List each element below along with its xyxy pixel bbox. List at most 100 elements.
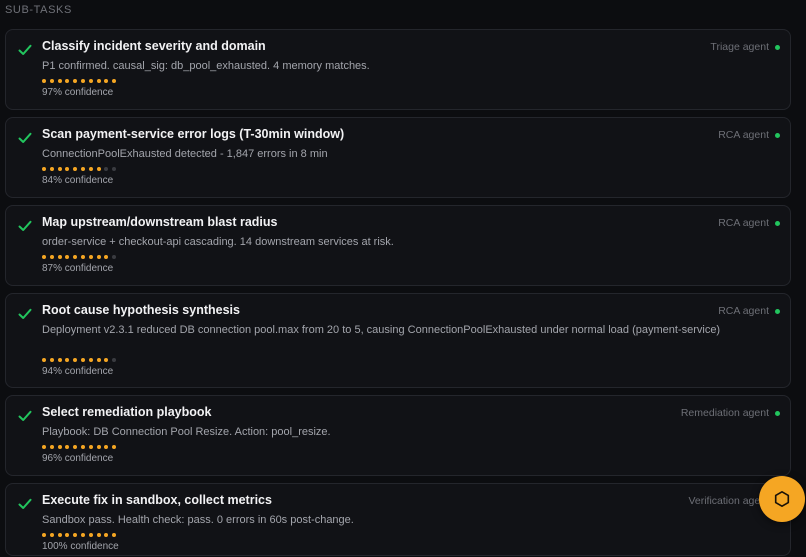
task-title: Execute fix in sandbox, collect metrics <box>42 493 272 507</box>
agent-status-dot <box>775 410 780 416</box>
confidence-dot <box>73 358 78 362</box>
check-icon <box>18 410 32 421</box>
confidence-dot <box>42 79 46 83</box>
confidence-dot <box>80 533 85 537</box>
confidence-dot <box>65 533 70 537</box>
task-title: Root cause hypothesis synthesis <box>42 303 240 317</box>
confidence-label: 94% confidence <box>42 366 114 377</box>
agent-status-dot <box>775 308 780 314</box>
confidence-dot <box>104 167 109 171</box>
confidence-dot <box>42 255 46 259</box>
task-title: Select remediation playbook <box>42 405 212 419</box>
confidence-dot <box>65 79 70 83</box>
agent-status-dot <box>775 44 780 50</box>
agent-status-dot <box>775 132 780 138</box>
agent-status-dot <box>775 220 780 226</box>
task-detail: Deployment v2.3.1 reduced DB connection … <box>42 324 721 336</box>
agent-label: RCA agent <box>718 129 780 141</box>
task-detail: order-service + checkout-api cascading. … <box>42 236 394 248</box>
confidence-dot <box>96 79 101 83</box>
task-card[interactable]: Execute fix in sandbox, collect metrics … <box>5 483 791 556</box>
confidence-dot <box>80 79 85 83</box>
agent-name: RCA agent <box>718 217 769 229</box>
confidence-dot <box>73 445 78 449</box>
confidence-dot <box>112 167 117 171</box>
confidence-meter <box>42 358 117 362</box>
confidence-meter <box>42 255 117 259</box>
confidence-dot <box>112 533 117 537</box>
confidence-label: 87% confidence <box>42 263 114 274</box>
confidence-meter <box>42 533 117 537</box>
confidence-label: 97% confidence <box>42 87 114 98</box>
confidence-dot <box>49 358 54 362</box>
confidence-dot <box>104 358 109 362</box>
confidence-label: 100% confidence <box>42 541 119 552</box>
confidence-dot <box>57 167 62 171</box>
confidence-dot <box>65 445 70 449</box>
confidence-dot <box>112 445 117 449</box>
agent-name: Triage agent <box>710 41 769 53</box>
task-card[interactable]: Root cause hypothesis synthesis RCA agen… <box>5 293 791 388</box>
check-icon <box>18 44 32 55</box>
confidence-dot <box>73 167 78 171</box>
agent-name: Verification agent <box>688 495 769 507</box>
confidence-dot <box>57 533 62 537</box>
check-icon <box>18 498 32 509</box>
confidence-dot <box>49 79 54 83</box>
confidence-dot <box>65 358 70 362</box>
confidence-label: 84% confidence <box>42 175 114 186</box>
confidence-dot <box>88 167 93 171</box>
confidence-meter <box>42 167 117 171</box>
confidence-dot <box>42 358 46 362</box>
confidence-dot <box>112 358 117 362</box>
confidence-dot <box>80 358 85 362</box>
confidence-dot <box>80 167 85 171</box>
confidence-dot <box>57 255 62 259</box>
confidence-dot <box>112 79 117 83</box>
confidence-dot <box>57 445 62 449</box>
confidence-dot <box>73 533 78 537</box>
task-card[interactable]: Select remediation playbook Remediation … <box>5 395 791 476</box>
confidence-dot <box>42 167 46 171</box>
task-detail: Playbook: DB Connection Pool Resize. Act… <box>42 426 331 438</box>
task-detail: Sandbox pass. Health check: pass. 0 erro… <box>42 514 354 526</box>
task-title: Map upstream/downstream blast radius <box>42 215 278 229</box>
confidence-dot <box>104 445 109 449</box>
confidence-dot <box>57 79 62 83</box>
confidence-dot <box>96 533 101 537</box>
confidence-dot <box>112 255 117 259</box>
floating-action-button[interactable] <box>759 476 805 522</box>
check-icon <box>18 308 32 319</box>
confidence-dot <box>49 445 54 449</box>
confidence-dot <box>49 533 54 537</box>
confidence-dot <box>88 358 93 362</box>
check-icon <box>18 220 32 231</box>
agent-name: Remediation agent <box>680 407 769 419</box>
confidence-dot <box>88 255 93 259</box>
confidence-dot <box>96 255 101 259</box>
confidence-dot <box>73 255 78 259</box>
confidence-meter <box>42 79 117 83</box>
confidence-dot <box>42 445 46 449</box>
agent-label: RCA agent <box>718 217 780 229</box>
task-card[interactable]: Scan payment-service error logs (T-30min… <box>5 117 791 198</box>
confidence-dot <box>73 79 78 83</box>
check-icon <box>18 132 32 143</box>
confidence-dot <box>96 358 101 362</box>
confidence-dot <box>57 358 62 362</box>
confidence-dot <box>65 167 70 171</box>
confidence-dot <box>104 533 109 537</box>
task-card[interactable]: Map upstream/downstream blast radius RCA… <box>5 205 791 286</box>
agent-name: RCA agent <box>718 305 769 317</box>
agent-label: RCA agent <box>718 305 780 317</box>
task-list: Classify incident severity and domain Tr… <box>5 29 791 556</box>
task-title: Scan payment-service error logs (T-30min… <box>42 127 345 141</box>
confidence-dot <box>88 445 93 449</box>
section-title: SUB-TASKS <box>5 4 72 16</box>
confidence-dot <box>104 79 109 83</box>
confidence-meter <box>42 445 117 449</box>
agent-label: Triage agent <box>710 41 780 53</box>
task-detail: P1 confirmed. causal_sig: db_pool_exhaus… <box>42 60 370 72</box>
task-card[interactable]: Classify incident severity and domain Tr… <box>5 29 791 110</box>
confidence-dot <box>42 533 46 537</box>
